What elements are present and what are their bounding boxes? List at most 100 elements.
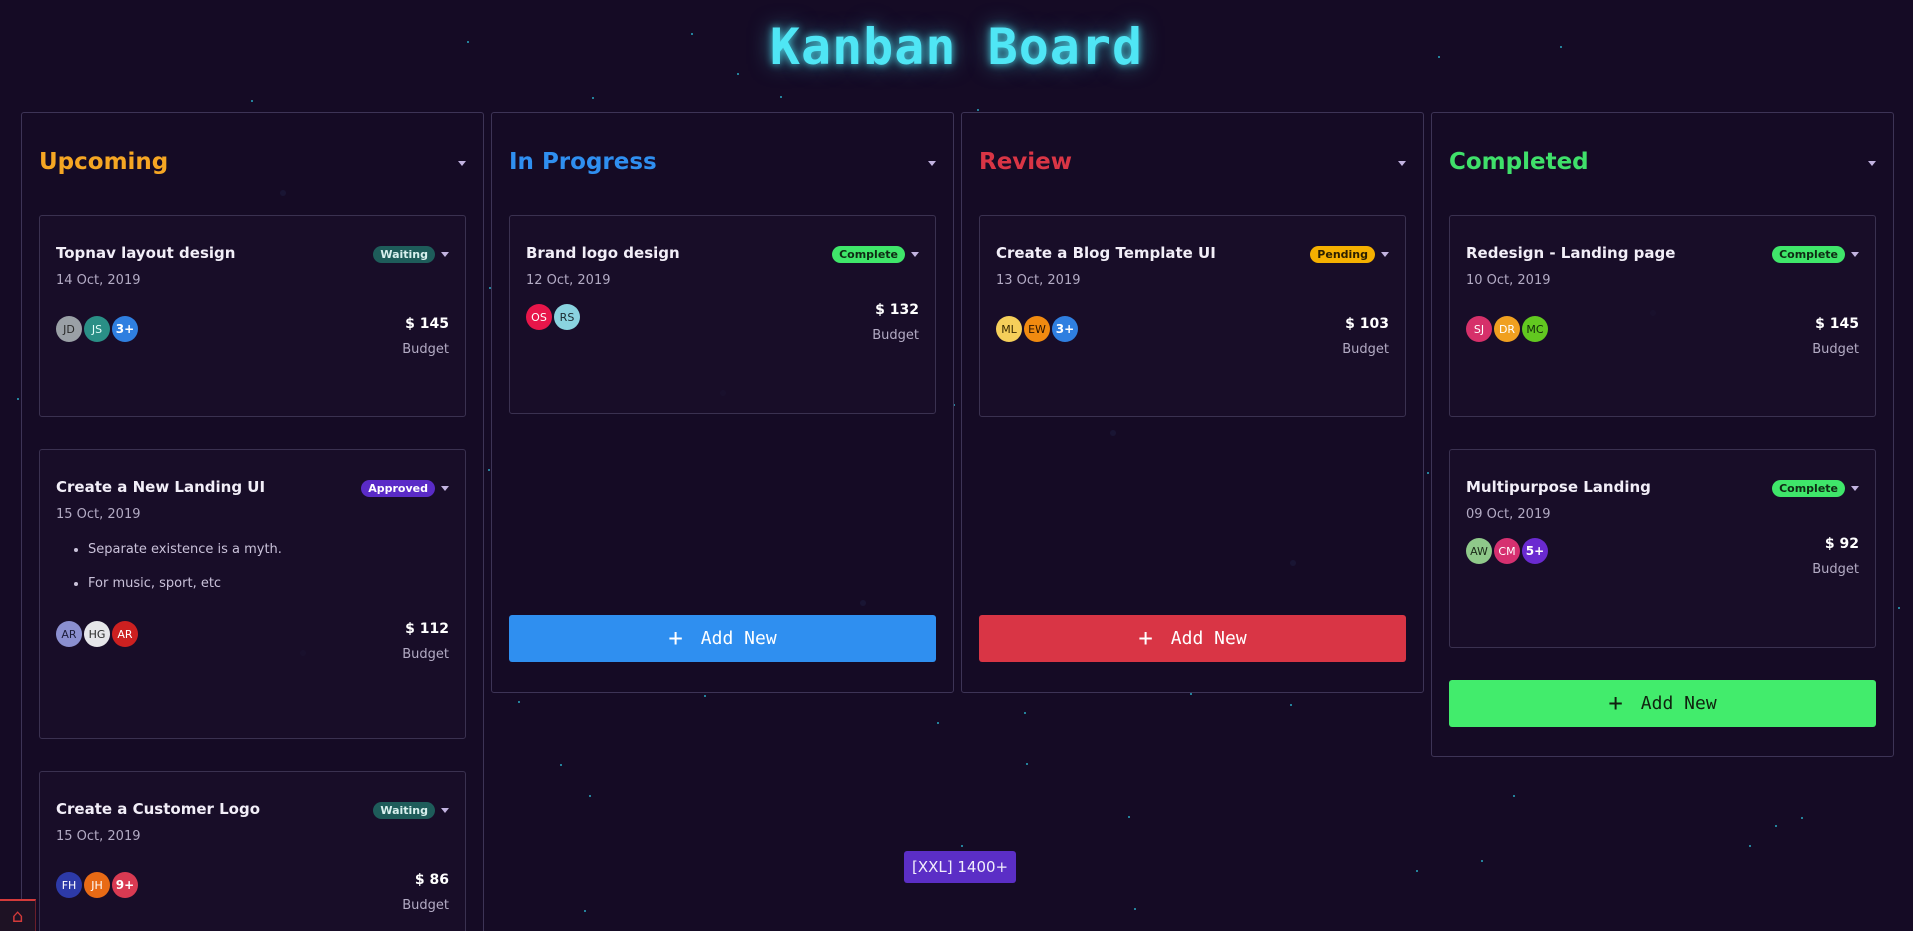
add-new-button[interactable]: + Add New [509,615,936,662]
card-date: 15 Oct, 2019 [56,507,141,522]
avatar[interactable]: ML [996,316,1022,342]
column-title: Completed [1449,149,1589,175]
column-header: Completed [1449,113,1876,197]
column-menu-icon[interactable] [928,160,936,166]
column-header: In Progress [509,113,936,197]
column-menu-icon[interactable] [1398,160,1406,166]
column-in-progress: In Progress Brand logo design 12 Oct, 20… [491,112,954,693]
avatar-overflow[interactable]: 3+ [1052,316,1078,342]
avatar[interactable]: JS [84,316,110,342]
task-card[interactable]: Create a Blog Template UI 13 Oct, 2019 P… [979,215,1406,417]
add-new-label: Add New [1640,693,1717,714]
card-menu-icon[interactable] [441,486,449,491]
column-header: Upcoming [39,113,466,197]
avatar[interactable]: HG [84,621,110,647]
card-title: Multipurpose Landing [1466,478,1651,496]
breakpoint-badge: [XXL] 1400+ [904,851,1017,883]
column-menu-icon[interactable] [458,160,466,166]
avatar-overflow[interactable]: 9+ [112,872,138,898]
avatar-group: SJ DR MC [1466,316,1548,342]
task-card[interactable]: Create a New Landing UI 15 Oct, 2019 App… [39,449,466,739]
avatar-group: AR HG AR [56,621,138,647]
status-badge: Complete [1772,480,1845,497]
avatar[interactable]: RS [554,304,580,330]
avatar[interactable]: AR [56,621,82,647]
avatar[interactable]: JH [84,872,110,898]
status-badge: Waiting [373,246,435,263]
card-menu-icon[interactable] [441,808,449,813]
card-price-label: Budget [1812,562,1859,577]
card-notes: Separate existence is a myth. For music,… [88,542,449,591]
card-price-label: Budget [872,328,919,343]
avatar[interactable]: AR [112,621,138,647]
avatar[interactable]: MC [1522,316,1548,342]
plus-icon: + [668,623,683,652]
column-completed: Completed Redesign - Landing page 10 Oct… [1431,112,1894,757]
avatar[interactable]: DR [1494,316,1520,342]
card-price-label: Budget [402,898,449,913]
card-date: 09 Oct, 2019 [1466,507,1551,522]
card-menu-icon[interactable] [1851,252,1859,257]
column-title: Review [979,149,1073,175]
column-menu-icon[interactable] [1868,160,1876,166]
card-menu-icon[interactable] [911,252,919,257]
note-item: Separate existence is a myth. [88,542,449,557]
card-price: $ 145 [1815,316,1859,332]
avatar-overflow[interactable]: 3+ [112,316,138,342]
avatar-group: OS RS [526,304,580,330]
card-date: 12 Oct, 2019 [526,273,611,288]
card-menu-icon[interactable] [1381,252,1389,257]
add-new-button[interactable]: + Add New [1449,680,1876,727]
add-new-label: Add New [1170,628,1247,649]
task-card[interactable]: Create a Customer Logo 15 Oct, 2019 Wait… [39,771,466,931]
avatar-group: ML EW 3+ [996,316,1078,342]
framework-logo-icon[interactable]: ⌂ [0,899,36,931]
card-price: $ 92 [1824,536,1859,552]
column-title: In Progress [509,149,657,175]
add-new-label: Add New [700,628,777,649]
page-title: Kanban Board [769,18,1144,76]
column-upcoming: Upcoming Topnav layout design 14 Oct, 20… [21,112,484,931]
plus-icon: + [1608,688,1623,717]
card-menu-icon[interactable] [1851,486,1859,491]
card-title: Create a New Landing UI [56,478,266,496]
avatar-group: AW CM 5+ [1466,538,1548,564]
card-title: Redesign - Landing page [1466,244,1676,262]
card-price-label: Budget [1342,342,1389,357]
card-price: $ 103 [1345,316,1389,332]
card-date: 10 Oct, 2019 [1466,273,1551,288]
card-title: Topnav layout design [56,244,236,262]
status-badge: Pending [1310,246,1375,263]
plus-icon: + [1138,623,1153,652]
card-date: 15 Oct, 2019 [56,829,141,844]
avatar[interactable]: FH [56,872,82,898]
task-card[interactable]: Multipurpose Landing 09 Oct, 2019 Comple… [1449,449,1876,648]
column-title: Upcoming [39,149,169,175]
card-price-label: Budget [402,342,449,357]
card-price: $ 112 [405,621,449,637]
status-badge: Complete [1772,246,1845,263]
avatar[interactable]: EW [1024,316,1050,342]
avatar-group: FH JH 9+ [56,872,138,898]
column-review: Review Create a Blog Template UI 13 Oct,… [961,112,1424,693]
task-card[interactable]: Topnav layout design 14 Oct, 2019 Waitin… [39,215,466,417]
task-card[interactable]: Redesign - Landing page 10 Oct, 2019 Com… [1449,215,1876,417]
note-item: For music, sport, etc [88,576,449,591]
avatar[interactable]: OS [526,304,552,330]
card-title: Brand logo design [526,244,680,262]
card-price: $ 145 [405,316,449,332]
card-price-label: Budget [1812,342,1859,357]
card-title: Create a Blog Template UI [996,244,1216,262]
avatar[interactable]: CM [1494,538,1520,564]
avatar[interactable]: JD [56,316,82,342]
avatar[interactable]: AW [1466,538,1492,564]
card-menu-icon[interactable] [441,252,449,257]
task-card[interactable]: Brand logo design 12 Oct, 2019 Complete … [509,215,936,414]
avatar-overflow[interactable]: 5+ [1522,538,1548,564]
card-price: $ 132 [875,302,919,318]
avatar-group: JD JS 3+ [56,316,138,342]
add-new-button[interactable]: + Add New [979,615,1406,662]
status-badge: Approved [361,480,435,497]
card-price: $ 86 [414,872,449,888]
avatar[interactable]: SJ [1466,316,1492,342]
